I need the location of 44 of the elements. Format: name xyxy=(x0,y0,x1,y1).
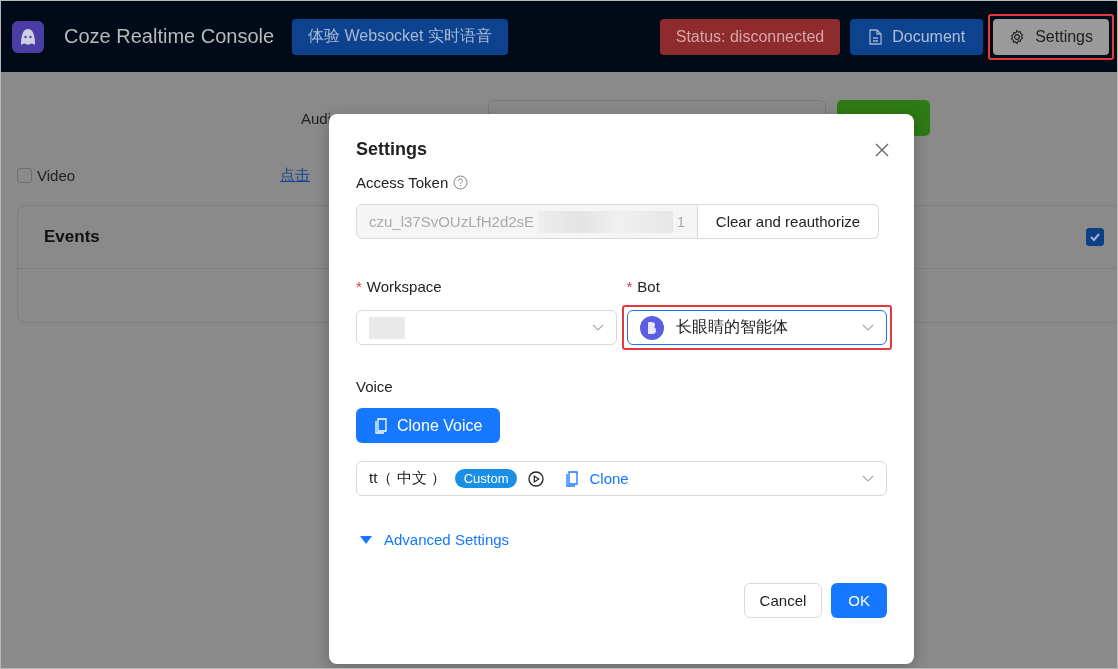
document-button[interactable]: Document xyxy=(850,18,984,55)
video-label: Video xyxy=(37,166,76,184)
clone-voice-button[interactable]: Clone Voice xyxy=(356,408,501,443)
events-checkbox[interactable] xyxy=(1086,228,1104,246)
required-mark: * xyxy=(626,277,633,295)
bot-name: 长眼睛的智能体 xyxy=(675,317,788,337)
token-value: czu_l37SvOUzLfH2d2sE xyxy=(369,213,535,230)
voice-select[interactable]: tt（ 中文 ） Custom Clone xyxy=(356,461,887,496)
copy-icon xyxy=(374,417,388,434)
dialog-title: Settings xyxy=(356,139,427,160)
bot-select[interactable]: 长眼睛的智能体 xyxy=(626,310,887,345)
required-mark: * xyxy=(356,277,362,295)
reauthorize-button[interactable]: Clear and reauthorize xyxy=(698,204,879,239)
field-label: Voice xyxy=(356,377,393,395)
advanced-settings-toggle[interactable]: Advanced Settings xyxy=(356,531,510,548)
custom-tag: Custom xyxy=(454,469,518,488)
field-label: Access Token xyxy=(356,173,449,191)
checkmark-icon xyxy=(1089,231,1101,243)
voice-name: tt（ 中文 ） xyxy=(369,469,446,488)
document-icon xyxy=(868,28,883,45)
promo-button[interactable]: 体验 Websocket 实时语音 xyxy=(292,18,508,55)
chevron-down-icon xyxy=(591,323,604,332)
field-label: Audi xyxy=(301,109,333,127)
video-checkbox[interactable] xyxy=(17,167,32,183)
field-label: Workspace xyxy=(366,277,442,295)
help-icon xyxy=(453,174,469,190)
settings-button[interactable]: Settings xyxy=(993,18,1109,55)
bot-avatar-icon xyxy=(639,315,664,340)
chevron-down-icon xyxy=(862,323,874,332)
link[interactable]: 点击 xyxy=(280,165,311,185)
ghost-logo-icon xyxy=(12,20,44,53)
field-label: Bot xyxy=(637,277,660,295)
triangle-down-icon xyxy=(360,535,372,544)
settings-icon xyxy=(1009,28,1026,45)
status-badge: Status: disconnected xyxy=(659,18,841,55)
token-value: 1 xyxy=(676,213,685,230)
chevron-down-icon xyxy=(862,474,874,483)
cancel-button[interactable]: Cancel xyxy=(743,583,823,618)
clone-link[interactable]: Clone xyxy=(565,470,629,487)
copy-icon xyxy=(565,470,580,487)
play-icon xyxy=(528,470,545,487)
app-title: Coze Realtime Console xyxy=(64,25,275,48)
events-title: Events xyxy=(44,227,101,247)
ok-button[interactable]: OK xyxy=(831,583,887,618)
